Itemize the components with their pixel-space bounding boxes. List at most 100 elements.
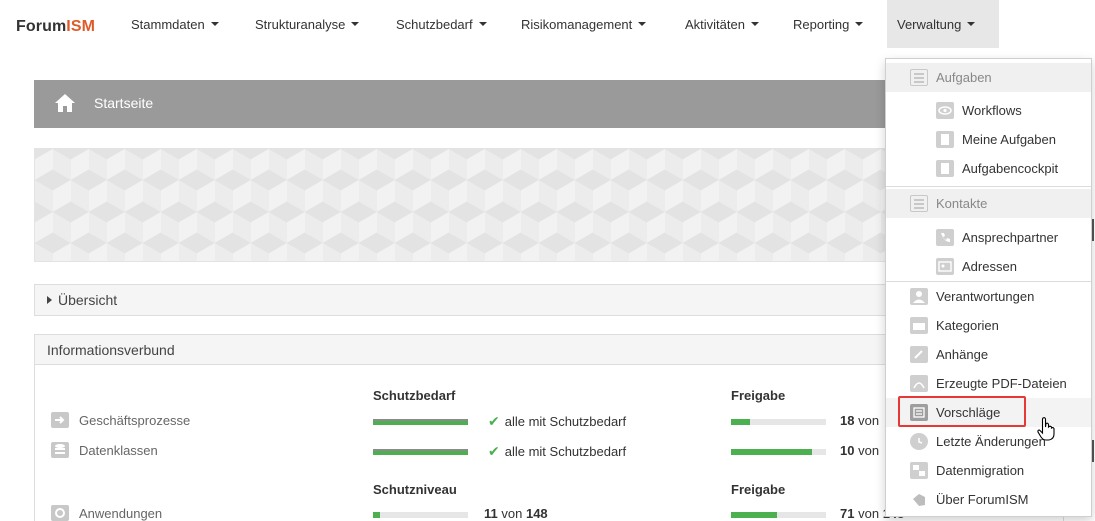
- menu-item-aufgabencockpit-label: Aufgabencockpit: [962, 161, 1059, 176]
- chevron-down-icon: [351, 22, 360, 26]
- menu-item-ansprechpartner-label: Ansprechpartner: [962, 230, 1059, 245]
- menu-item-adressen[interactable]: Adressen: [886, 252, 1091, 281]
- freigabe-bar-fill: [731, 512, 777, 518]
- status-text: ✔ alle mit Schutzbedarf: [488, 413, 626, 430]
- top-navbar: ForumISM Stammdaten Strukturanalyse Schu…: [0, 0, 1095, 58]
- row-anwendungen[interactable]: Anwendungen: [51, 505, 162, 521]
- nav-verwaltung[interactable]: Verwaltung: [887, 0, 999, 48]
- row-geschaeftsprozesse[interactable]: Geschäftsprozesse: [51, 412, 190, 428]
- main-menu: Stammdaten Strukturanalyse Schutzbedarf …: [131, 0, 999, 48]
- nav-verwaltung-label: Verwaltung: [897, 16, 962, 32]
- brand-name-prefix: Forum: [16, 18, 67, 35]
- eye-icon: [936, 102, 954, 119]
- menu-group-aufgaben-label: Aufgaben: [936, 70, 992, 85]
- chevron-down-icon: [967, 22, 976, 26]
- row-label-text: Anwendungen: [79, 505, 163, 521]
- menu-item-datenmigration[interactable]: Datenmigration: [886, 456, 1091, 485]
- col-header-schutzbedarf: Schutzbedarf: [373, 388, 456, 403]
- nav-risikomanagement[interactable]: Risikomanagement: [521, 0, 685, 48]
- bar-top-line: [373, 419, 468, 421]
- menu-item-kategorien[interactable]: Kategorien: [886, 311, 1091, 340]
- nav-reporting[interactable]: Reporting: [793, 0, 887, 48]
- database-icon: [51, 442, 69, 458]
- schutzniveau-bar-fill: [373, 512, 380, 518]
- verwaltung-dropdown-menu: Aufgaben Workflows Meine Aufgaben Aufgab…: [885, 58, 1092, 517]
- menu-item-meine-aufgaben[interactable]: Meine Aufgaben: [886, 125, 1091, 154]
- pdf-icon: [910, 375, 928, 392]
- menu-group-kontakte-label: Kontakte: [936, 196, 988, 211]
- freigabe-count-of: von: [858, 506, 880, 521]
- nav-aktivitaeten-label: Aktivitäten: [685, 16, 745, 32]
- menu-item-pdf-dateien[interactable]: Erzeugte PDF-Dateien: [886, 369, 1091, 398]
- freigabe-count-suffix: von: [858, 443, 880, 458]
- chevron-down-icon: [210, 22, 219, 26]
- user-icon: [910, 288, 928, 305]
- nav-stammdaten[interactable]: Stammdaten: [131, 0, 255, 48]
- check-icon: ✔: [488, 443, 500, 459]
- brand-name-suffix: ISM: [66, 18, 96, 35]
- nav-strukturanalyse[interactable]: Strukturanalyse: [255, 0, 396, 48]
- folder-icon: [910, 317, 928, 334]
- caret-right-icon: [47, 296, 52, 304]
- nav-schutzbedarf-label: Schutzbedarf: [396, 16, 473, 32]
- freigabe-count: 10 von: [840, 443, 879, 458]
- menu-item-verantwortungen-label: Verantwortungen: [936, 289, 1035, 304]
- status-text-label: alle mit Schutzbedarf: [504, 414, 627, 429]
- menu-item-workflows[interactable]: Workflows: [886, 96, 1091, 125]
- phone-icon: [936, 229, 954, 246]
- bar-top-line: [373, 449, 468, 451]
- menu-item-kategorien-label: Kategorien: [936, 318, 999, 333]
- schutzniveau-count-value: 11: [484, 506, 498, 521]
- forumism-logo-icon: [910, 491, 928, 508]
- menu-item-workflows-label: Workflows: [962, 103, 1022, 118]
- freigabe-bar: [731, 419, 826, 425]
- nav-aktivitaeten[interactable]: Aktivitäten: [685, 0, 793, 48]
- menu-divider: [886, 186, 1091, 187]
- menu-item-pdf-dateien-label: Erzeugte PDF-Dateien: [936, 376, 1067, 391]
- freigabe-count-suffix: von: [858, 413, 880, 428]
- menu-group-kontakte: Kontakte: [886, 189, 1091, 218]
- menu-item-ueber-label: Über ForumISM: [936, 492, 1029, 507]
- menu-item-ansprechpartner[interactable]: Ansprechpartner: [886, 223, 1091, 252]
- menu-item-anhaenge-label: Anhänge: [936, 347, 989, 362]
- freigabe-bar-fill: [731, 449, 812, 455]
- freigabe-count-value: 18: [840, 413, 855, 428]
- highlight-box: [898, 396, 1026, 427]
- document-icon: [936, 160, 954, 177]
- freigabe-bar-fill: [731, 419, 750, 425]
- freigabe-count: 18 von: [840, 413, 879, 428]
- chevron-down-icon: [855, 22, 864, 26]
- nav-stammdaten-label: Stammdaten: [131, 16, 205, 32]
- menu-item-adressen-label: Adressen: [962, 259, 1017, 274]
- menu-item-meine-aufgaben-label: Meine Aufgaben: [962, 132, 1056, 147]
- freigabe-bar: [731, 512, 826, 518]
- menu-group-aufgaben: Aufgaben: [886, 63, 1091, 92]
- schutzbedarf-bar: [373, 449, 468, 455]
- chevron-down-icon: [750, 22, 759, 26]
- menu-item-anhaenge[interactable]: Anhänge: [886, 340, 1091, 369]
- schutzbedarf-bar: [373, 419, 468, 425]
- page-title: Startseite: [94, 95, 154, 111]
- row-datenklassen[interactable]: Datenklassen: [51, 442, 158, 458]
- arrow-right-icon: [51, 412, 69, 428]
- col-header-freigabe-2: Freigabe: [731, 482, 786, 497]
- menu-item-verantwortungen[interactable]: Verantwortungen: [886, 282, 1091, 311]
- menu-item-aufgabencockpit[interactable]: Aufgabencockpit: [886, 154, 1091, 183]
- chevron-down-icon: [478, 22, 487, 26]
- brand-logo[interactable]: ForumISM: [16, 18, 95, 36]
- chevron-down-icon: [638, 22, 647, 26]
- freigabe-count-value: 10: [840, 443, 855, 458]
- menu-item-letzte-aenderungen[interactable]: Letzte Änderungen: [886, 427, 1091, 456]
- paperclip-icon: [910, 346, 928, 363]
- freigabe-count-value: 71: [840, 506, 855, 521]
- schutzniveau-bar: [373, 512, 468, 518]
- list-icon: [910, 69, 928, 86]
- nav-schutzbedarf[interactable]: Schutzbedarf: [396, 0, 521, 48]
- document-icon: [936, 131, 954, 148]
- row-label-text: Datenklassen: [79, 442, 158, 458]
- hand-cursor-icon: [1037, 417, 1055, 441]
- row-label-text: Geschäftsprozesse: [79, 412, 191, 428]
- col-header-freigabe: Freigabe: [731, 388, 786, 403]
- menu-item-ueber[interactable]: Über ForumISM: [886, 485, 1091, 514]
- menu-item-letzte-aenderungen-label: Letzte Änderungen: [936, 434, 1046, 449]
